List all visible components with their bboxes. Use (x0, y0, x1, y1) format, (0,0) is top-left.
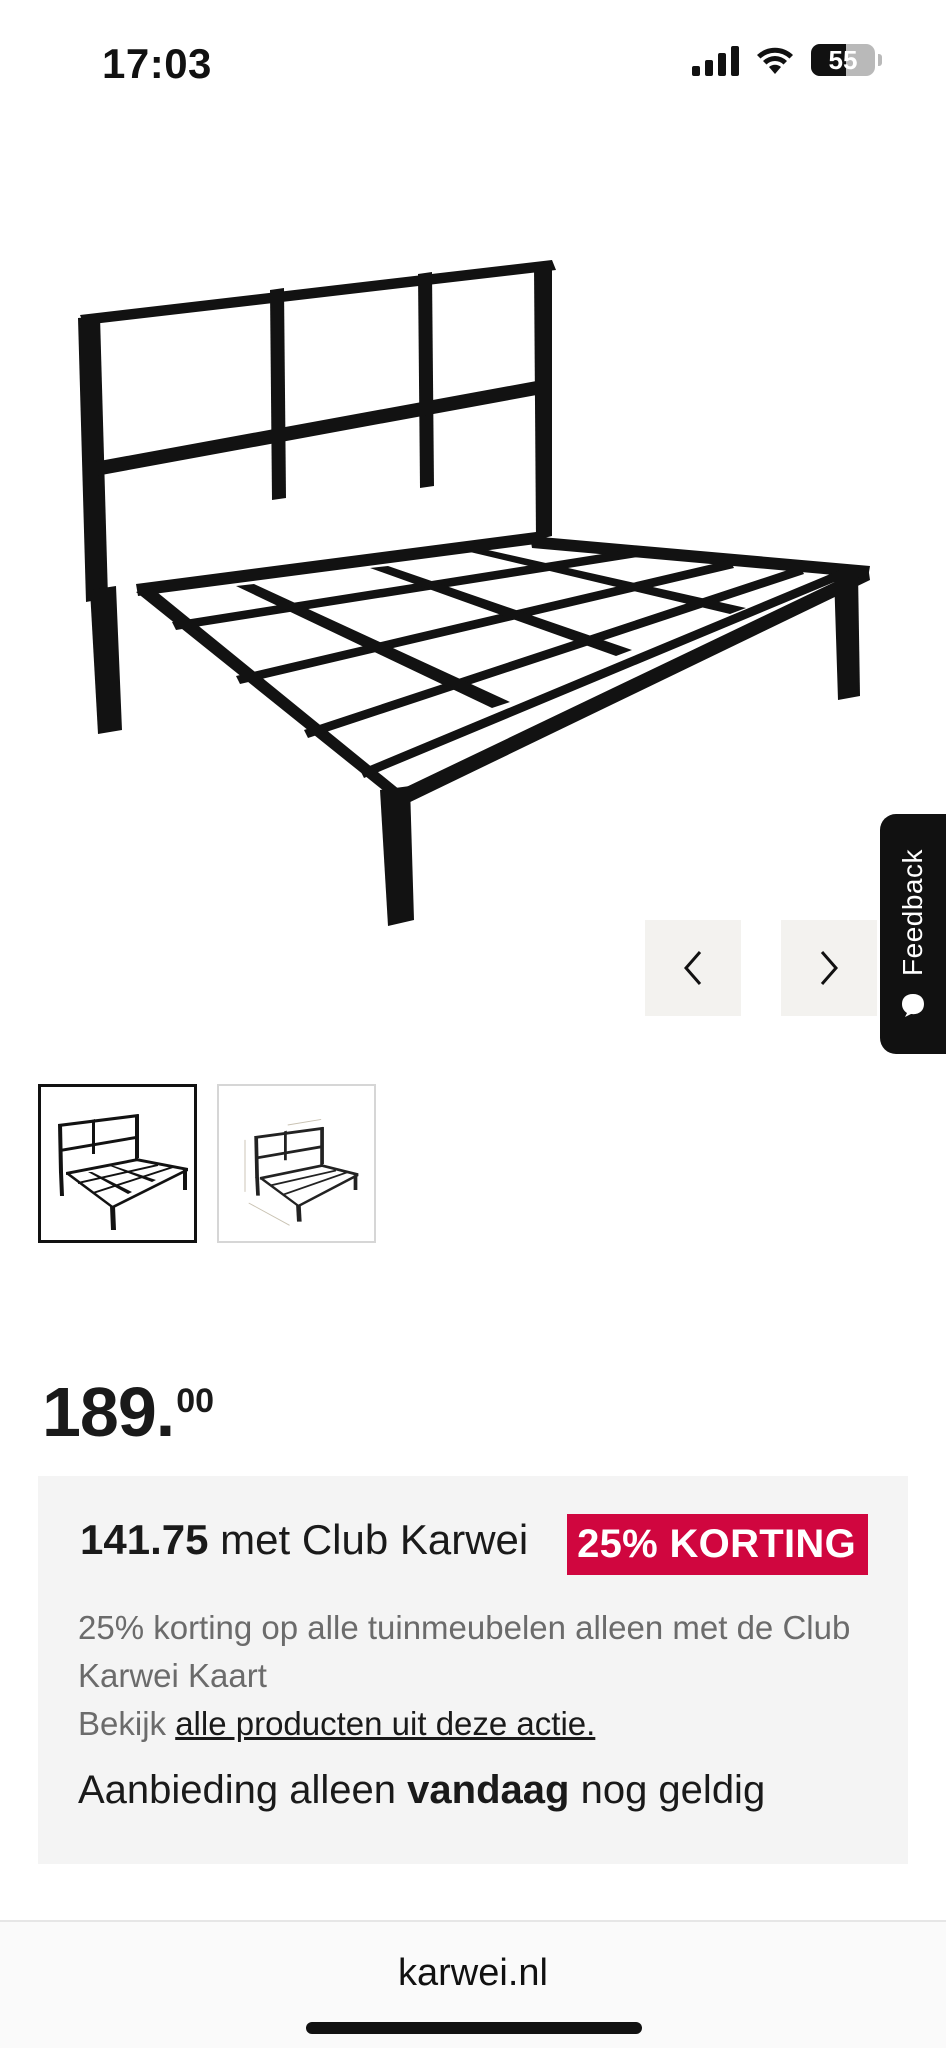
status-icons: 55 (692, 44, 882, 76)
chevron-left-icon (684, 951, 702, 985)
status-bar: 17:03 55 (0, 0, 946, 120)
battery-level: 55 (828, 44, 858, 75)
carousel-prev-button[interactable] (645, 920, 741, 1016)
price-main: 189. (42, 1373, 175, 1451)
club-price: 141.75 (80, 1516, 209, 1563)
url-text[interactable]: karwei.nl (0, 1952, 946, 1995)
all-products-link[interactable]: alle producten uit deze actie. (175, 1705, 595, 1742)
home-indicator[interactable] (306, 2022, 642, 2034)
club-offer-box: 141.75 met Club Karwei 25% KORTING 25% k… (38, 1476, 908, 1864)
thumbnail-1[interactable] (38, 1084, 197, 1243)
thumbnail-image (57, 1113, 188, 1230)
product-image[interactable] (40, 230, 900, 990)
carousel-next-button[interactable] (781, 920, 877, 1016)
thumbnail-strip (38, 1084, 376, 1243)
validity-emphasis: vandaag (407, 1768, 570, 1812)
club-price-label: met Club Karwei (208, 1516, 529, 1563)
feedback-tab[interactable]: Feedback (880, 814, 946, 1054)
cellular-signal-icon (692, 44, 739, 76)
chevron-right-icon (820, 951, 838, 985)
offer-description: 25% korting op alle tuinmeubelen alleen … (78, 1609, 851, 1694)
club-price-line: 141.75 met Club Karwei (80, 1516, 528, 1564)
price-cents: 00 (176, 1382, 215, 1420)
product-price: 189. 00 (42, 1372, 214, 1452)
offer-link-line: Bekijk alle producten uit deze actie. (78, 1700, 595, 1748)
discount-badge: 25% KORTING (567, 1514, 868, 1575)
validity-suffix: nog geldig (569, 1768, 766, 1812)
feedback-label: Feedback (897, 848, 928, 976)
offer-link-prefix: Bekijk (78, 1705, 176, 1742)
thumbnail-image (244, 1118, 358, 1226)
browser-url-bar[interactable]: karwei.nl (0, 1920, 946, 2048)
status-time: 17:03 (102, 40, 212, 87)
offer-validity: Aanbieding alleen vandaag nog geldig (78, 1768, 765, 1813)
battery-icon: 55 (811, 44, 875, 76)
chat-bubble-icon (902, 994, 924, 1018)
wifi-icon (757, 47, 793, 74)
thumbnail-2[interactable] (217, 1084, 376, 1243)
validity-prefix: Aanbieding alleen (78, 1768, 408, 1812)
